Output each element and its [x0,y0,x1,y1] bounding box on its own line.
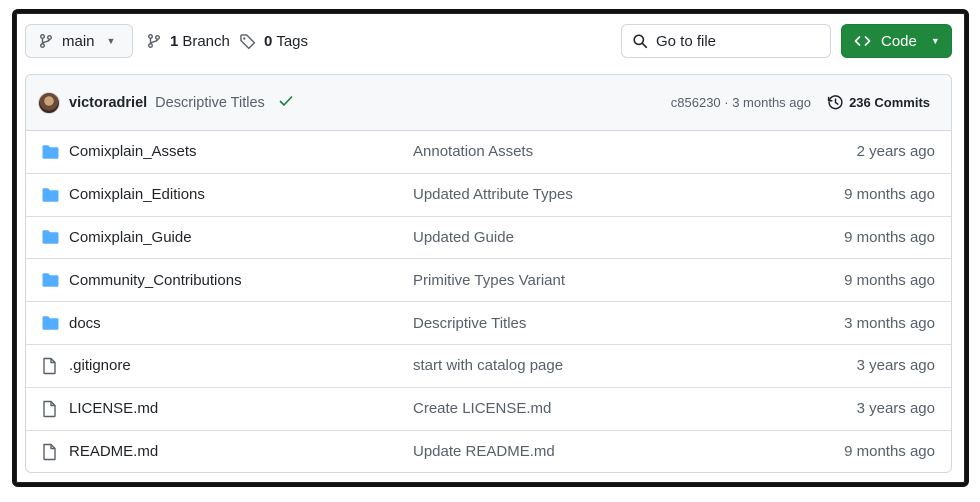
file-commit-message-link[interactable]: Updated Attribute Types [413,186,573,203]
chevron-down-icon: ▼ [930,36,940,46]
table-row: LICENSE.md Create LICENSE.md 3 years ago [26,388,951,431]
table-row: Community_Contributions Primitive Types V… [26,259,951,303]
code-icon [854,33,871,49]
file-commit-age: 3 years ago [856,357,935,375]
file-list: Comixplain_Assets Annotation Assets 2 year… [26,131,951,472]
go-to-file-input[interactable]: Go to file [621,24,831,58]
folder-icon [42,187,59,202]
commits-label: 236 Commits [849,95,930,110]
file-commit-age: 3 months ago [844,314,935,332]
tag-label: Tags [276,32,309,50]
file-icon [42,443,57,461]
table-row: Comixplain_Editions Updated Attribute Typ… [26,174,951,217]
table-row: README.md Update README.md 9 months ago [26,431,951,472]
file-commit-age: 3 years ago [856,400,935,418]
file-commit-age: 9 months ago [844,228,935,246]
folder-icon [42,316,59,330]
tag-icon [239,33,264,50]
file-icon [42,357,57,375]
check-icon[interactable] [279,95,293,111]
file-commit-message-link[interactable]: Update README.md [413,443,555,460]
file-commit-message-link[interactable]: Updated Guide [413,229,514,246]
file-icon [42,400,57,417]
file-commit-message-link[interactable]: Descriptive Titles [413,315,526,332]
folder-icon [42,273,59,287]
file-name-link[interactable]: Comixplain_Editions [69,186,205,203]
avatar[interactable] [38,91,60,114]
table-row: docs Descriptive Titles 3 months ago [26,302,951,345]
history-icon [827,94,849,111]
file-name-link[interactable]: docs [69,315,101,332]
table-row: Comixplain_Guide Updated Guide 9 months ag… [26,217,951,260]
branch-count: 1 [170,32,179,50]
file-commit-message-link[interactable]: start with catalog page [413,357,563,374]
go-to-file-placeholder: Go to file [656,32,717,50]
file-commit-age: 2 years ago [856,143,935,161]
file-name-link[interactable]: Comixplain_Guide [69,229,192,246]
tags-link[interactable]: 0 Tags [239,24,308,58]
file-commit-age: 9 months ago [844,186,935,204]
file-commit-message-link[interactable]: Annotation Assets [413,143,533,160]
latest-commit-bar: victoradriel Descriptive Titles c856230 … [26,75,951,131]
commits-link[interactable]: 236 Commits [827,94,930,111]
file-name-link[interactable]: README.md [69,443,158,460]
file-name-link[interactable]: Comixplain_Assets [69,143,197,160]
repo-toolbar: main ▼ 1 Branch 0 Tags Go to file Code ▼ [25,23,952,59]
git-branch-icon [146,33,170,49]
file-commit-message-link[interactable]: Create LICENSE.md [413,400,551,417]
search-icon [632,33,648,49]
folder-icon [42,145,59,159]
file-commit-age: 9 months ago [844,443,935,461]
chevron-down-icon: ▼ [106,36,116,46]
commit-author-link[interactable]: victoradriel [69,95,147,111]
file-commit-message-link[interactable]: Primitive Types Variant [413,272,565,289]
branch-name: main [62,32,95,50]
branch-selector-button[interactable]: main ▼ [25,24,133,58]
folder-icon [42,230,59,245]
branch-label: Branch [182,32,230,50]
tag-count: 0 [264,32,273,50]
commit-hash-time[interactable]: c856230 · 3 months ago [671,95,811,110]
git-branch-icon [38,33,54,49]
file-commit-age: 9 months ago [844,271,935,289]
table-row: .gitignore start with catalog page 3 years… [26,345,951,388]
file-name-link[interactable]: .gitignore [69,357,131,374]
file-name-link[interactable]: Community_Contributions [69,272,242,289]
code-button[interactable]: Code ▼ [841,24,952,58]
file-name-link[interactable]: LICENSE.md [69,400,158,417]
table-row: Comixplain_Assets Annotation Assets 2 year… [26,131,951,174]
code-button-label: Code [881,32,917,50]
branches-link[interactable]: 1 Branch [146,24,230,58]
file-table: victoradriel Descriptive Titles c856230 … [25,74,952,473]
commit-message-link[interactable]: Descriptive Titles [155,95,265,111]
